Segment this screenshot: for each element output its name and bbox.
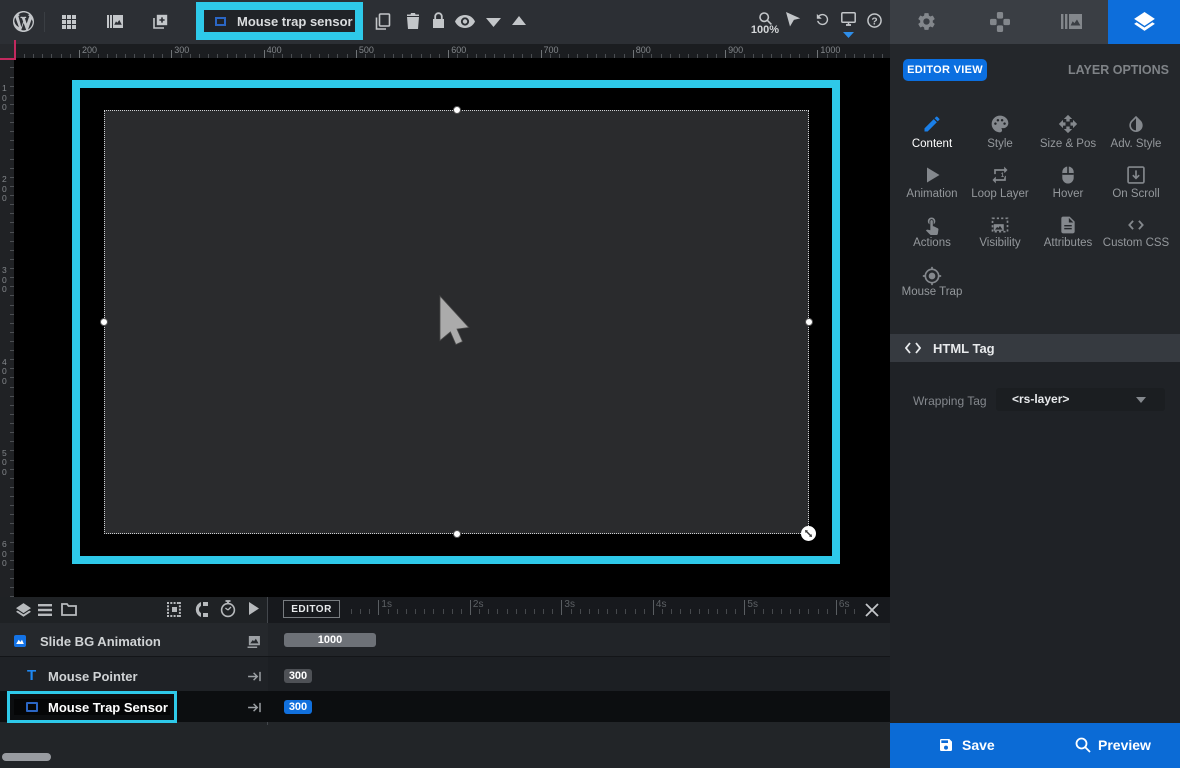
svg-text:?: ?	[871, 16, 877, 27]
svg-text:1: 1	[1001, 172, 1005, 179]
